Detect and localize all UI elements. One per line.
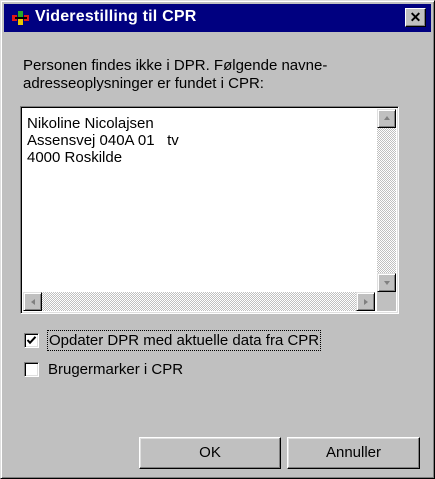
address-text: Nikoline Nicolajsen Assensvej 040A 01 tv 4… <box>27 115 374 166</box>
info-message: Personen findes ikke i DPR. Følgende nav… <box>23 57 418 93</box>
mark-user-label: Brugermarker i CPR <box>48 361 184 378</box>
scroll-left-button[interactable] <box>23 292 42 311</box>
close-button[interactable]: ✕ <box>405 8 426 27</box>
scroll-right-button[interactable] <box>356 292 375 311</box>
arrow-down-icon <box>384 281 390 285</box>
horizontal-scrollbar[interactable] <box>23 292 375 311</box>
checkmark-icon <box>26 336 37 345</box>
address-textbox[interactable]: Nikoline Nicolajsen Assensvej 040A 01 tv 4… <box>20 106 399 314</box>
close-icon: ✕ <box>409 9 422 25</box>
address-line-city: 4000 Roskilde <box>27 149 123 166</box>
address-line-name: Nikoline Nicolajsen <box>27 115 154 132</box>
scroll-up-button[interactable] <box>377 109 396 128</box>
mark-user-checkbox[interactable] <box>24 362 39 377</box>
arrow-left-icon <box>31 299 35 305</box>
dialog-window: Viderestilling til CPR ✕ Personen findes… <box>0 0 435 479</box>
address-line-street: Assensvej 040A 01 tv <box>27 132 179 149</box>
ok-button[interactable]: OK <box>139 437 281 469</box>
app-icon <box>12 11 29 25</box>
cancel-button[interactable]: Annuller <box>287 437 420 469</box>
arrow-up-icon <box>384 116 390 120</box>
update-dpr-label: Opdater DPR med aktuelle data fra CPR <box>46 330 322 351</box>
message-line-2: adresseoplysninger er fundet i CPR: <box>23 75 264 92</box>
vertical-scrollbar[interactable] <box>377 109 396 292</box>
title-bar[interactable]: Viderestilling til CPR ✕ <box>4 4 431 32</box>
arrow-right-icon <box>364 299 368 305</box>
window-title: Viderestilling til CPR <box>35 8 197 25</box>
scrollbar-corner <box>377 292 396 311</box>
update-dpr-checkbox[interactable] <box>24 333 39 348</box>
message-line-1: Personen findes ikke i DPR. Følgende nav… <box>23 57 328 74</box>
scroll-down-button[interactable] <box>377 273 396 292</box>
